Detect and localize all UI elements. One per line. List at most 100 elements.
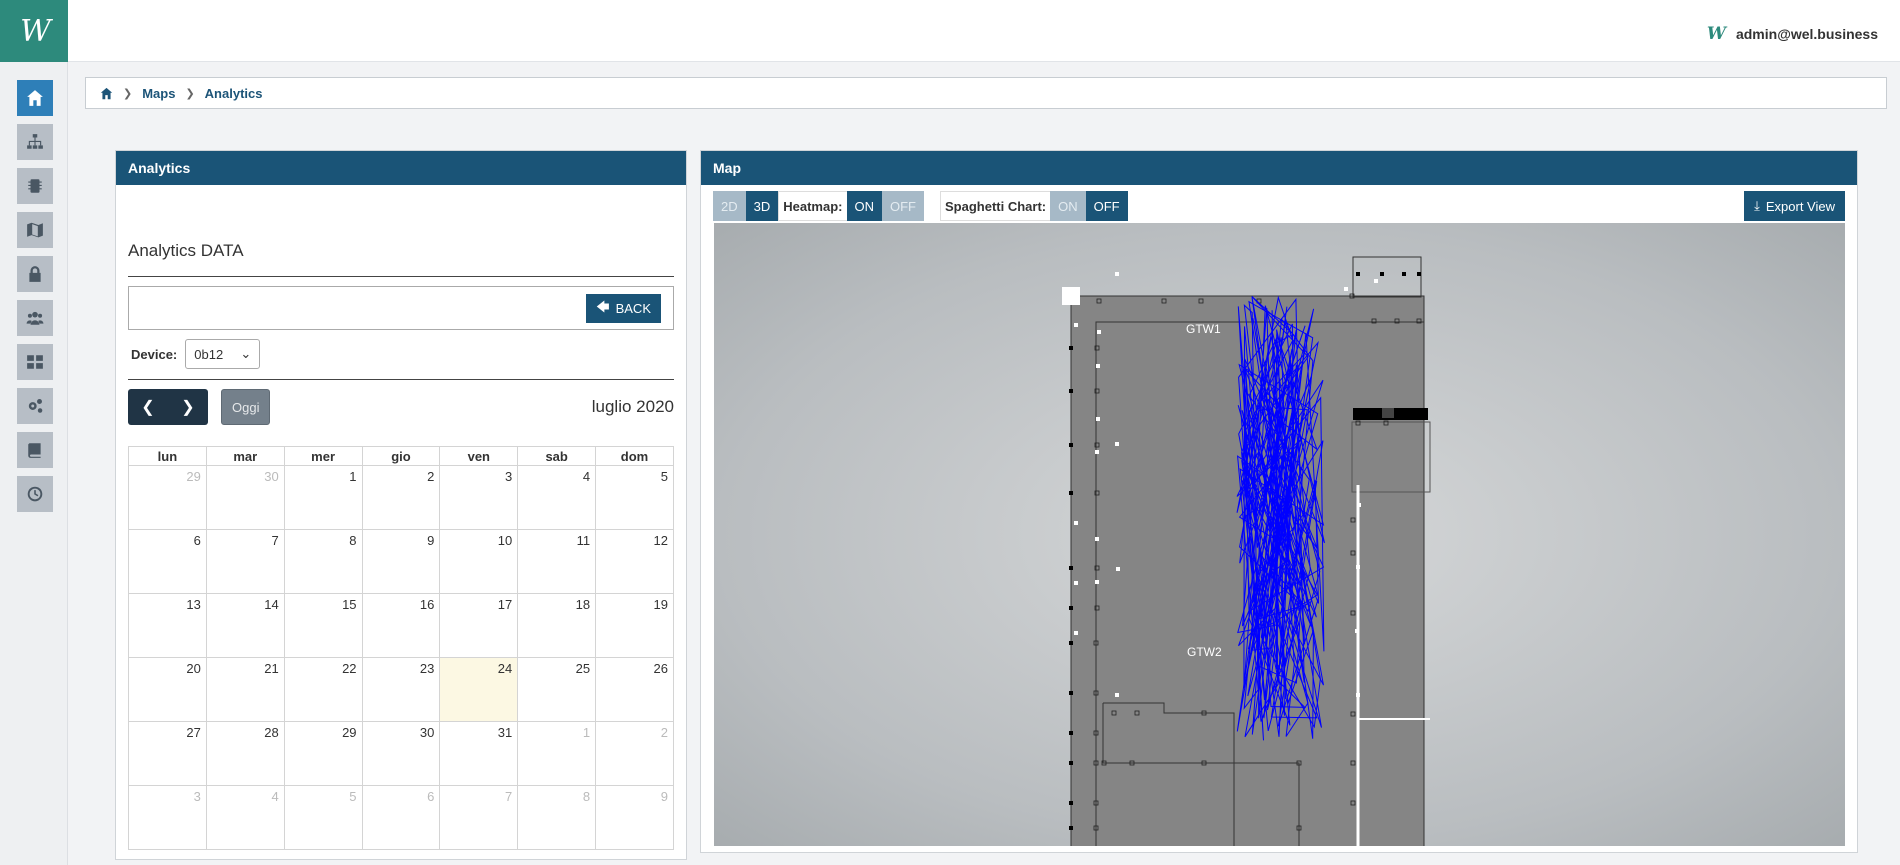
anchor-marker bbox=[1069, 801, 1073, 805]
today-button[interactable]: Oggi bbox=[221, 389, 271, 425]
calendar-day[interactable]: 31 bbox=[439, 721, 519, 786]
breadcrumb-maps[interactable]: Maps bbox=[142, 86, 175, 101]
dashboard-icon bbox=[27, 355, 43, 369]
device-select[interactable]: 0b12 ⌄ bbox=[185, 339, 261, 369]
white-marker bbox=[1062, 287, 1080, 305]
calendar-day[interactable]: 9 bbox=[595, 785, 674, 850]
calendar-day[interactable]: 7 bbox=[439, 785, 519, 850]
spaghetti-off-button[interactable]: OFF bbox=[1085, 191, 1128, 221]
sitemap-icon bbox=[27, 134, 43, 149]
calendar-day[interactable]: 28 bbox=[205, 721, 285, 786]
calendar-day[interactable]: 10 bbox=[439, 529, 519, 594]
calendar-day[interactable]: 12 bbox=[595, 529, 674, 594]
home-icon[interactable] bbox=[100, 87, 113, 100]
sidebar-item-security[interactable] bbox=[17, 256, 53, 292]
calendar-day[interactable]: 7 bbox=[205, 529, 285, 594]
prev-month-button[interactable]: ❮ bbox=[128, 389, 168, 425]
calendar-day[interactable]: 3 bbox=[439, 465, 519, 530]
anchor-marker bbox=[1380, 272, 1384, 276]
gateway-label-gtw1[interactable]: GTW1 bbox=[1186, 322, 1221, 336]
sensor-marker bbox=[1116, 567, 1120, 571]
calendar-day[interactable]: 16 bbox=[361, 593, 441, 658]
calendar-day[interactable]: 4 bbox=[517, 465, 597, 530]
view-2d-button[interactable]: 2D bbox=[713, 191, 746, 221]
sidebar-item-settings[interactable] bbox=[17, 388, 53, 424]
calendar-day[interactable]: 5 bbox=[595, 465, 674, 530]
calendar-day[interactable]: 4 bbox=[205, 785, 285, 850]
sensor-marker bbox=[1074, 631, 1078, 635]
next-month-button[interactable]: ❯ bbox=[168, 389, 208, 425]
app-logo[interactable]: W bbox=[0, 0, 68, 62]
calendar-day[interactable]: 20 bbox=[128, 657, 207, 722]
calendar-day[interactable]: 23 bbox=[361, 657, 441, 722]
map-canvas[interactable]: GTW1 GTW2 bbox=[714, 223, 1845, 846]
calendar-day[interactable]: 5 bbox=[283, 785, 363, 850]
calendar-day[interactable]: 30 bbox=[361, 721, 441, 786]
calendar-day[interactable]: 1 bbox=[517, 721, 597, 786]
calendar-day[interactable]: 6 bbox=[361, 785, 441, 850]
user-menu[interactable]: W admin@wel.business bbox=[1707, 24, 1878, 44]
calendar-day[interactable]: 26 bbox=[595, 657, 674, 722]
calendar-day[interactable]: 17 bbox=[439, 593, 519, 658]
calendar-day[interactable]: 18 bbox=[517, 593, 597, 658]
heatmap-off-button[interactable]: OFF bbox=[882, 191, 924, 221]
sidebar-item-maps[interactable] bbox=[17, 212, 53, 248]
sensor-marker bbox=[1095, 450, 1099, 454]
calendar-day[interactable]: 29 bbox=[128, 465, 207, 530]
calendar-day[interactable]: 30 bbox=[205, 465, 285, 530]
floor-plan: GTW1 GTW2 bbox=[1062, 256, 1431, 846]
calendar-day[interactable]: 21 bbox=[205, 657, 285, 722]
sidebar-item-devices[interactable] bbox=[17, 168, 53, 204]
calendar-day[interactable]: 25 bbox=[517, 657, 597, 722]
home-icon bbox=[27, 90, 43, 106]
top-bar: W admin@wel.business bbox=[68, 0, 1900, 62]
calendar-day[interactable]: 29 bbox=[283, 721, 363, 786]
calendar-day[interactable]: 6 bbox=[128, 529, 207, 594]
calendar-day[interactable]: 1 bbox=[283, 465, 363, 530]
calendar-day[interactable]: 2 bbox=[361, 465, 441, 530]
back-button[interactable]: 🡄 BACK bbox=[586, 294, 661, 323]
calendar-day[interactable]: 14 bbox=[205, 593, 285, 658]
weekday-header: sab bbox=[517, 446, 597, 466]
calendar-day[interactable]: 13 bbox=[128, 593, 207, 658]
sidebar-item-docs[interactable] bbox=[17, 432, 53, 468]
sidebar-item-users[interactable] bbox=[17, 300, 53, 336]
analytics-panel-header: Analytics bbox=[116, 151, 686, 185]
calendar-day[interactable]: 11 bbox=[517, 529, 597, 594]
sensor-marker bbox=[1115, 272, 1119, 276]
sensor-marker bbox=[1356, 693, 1360, 697]
gateway-label-gtw2[interactable]: GTW2 bbox=[1187, 645, 1222, 659]
calendar-day[interactable]: 15 bbox=[283, 593, 363, 658]
view-3d-button[interactable]: 3D bbox=[745, 191, 779, 221]
divider bbox=[128, 276, 674, 277]
sensor-marker bbox=[1096, 364, 1100, 368]
calendar-day[interactable]: 19 bbox=[595, 593, 674, 658]
calendar-day[interactable]: 9 bbox=[361, 529, 441, 594]
sidebar-item-dashboard[interactable] bbox=[17, 344, 53, 380]
calendar-day[interactable]: 22 bbox=[283, 657, 363, 722]
download-icon: ⤓ bbox=[1754, 198, 1760, 213]
breadcrumb-analytics[interactable]: Analytics bbox=[205, 86, 263, 101]
spaghetti-label: Spaghetti Chart: bbox=[940, 191, 1051, 221]
calendar-day[interactable]: 3 bbox=[128, 785, 207, 850]
users-icon bbox=[26, 311, 44, 325]
spaghetti-on-button[interactable]: ON bbox=[1050, 191, 1086, 221]
calendar-day[interactable]: 27 bbox=[128, 721, 207, 786]
calendar-day[interactable]: 8 bbox=[283, 529, 363, 594]
sensor-marker bbox=[1344, 287, 1348, 291]
sidebar-item-sitemap[interactable] bbox=[17, 124, 53, 160]
sensor-marker bbox=[1356, 565, 1360, 569]
sidebar-item-home[interactable] bbox=[17, 80, 53, 116]
sensor-marker bbox=[1115, 693, 1119, 697]
calendar-day[interactable]: 8 bbox=[517, 785, 597, 850]
analytics-panel: Analytics Analytics DATA 🡄 BACK Device: … bbox=[115, 150, 687, 860]
calendar-week: 6 7 8 9 10 11 12 bbox=[128, 529, 674, 594]
room-outline bbox=[1352, 256, 1422, 298]
heatmap-on-button[interactable]: ON bbox=[846, 191, 882, 221]
sidebar-item-history[interactable] bbox=[17, 476, 53, 512]
breadcrumb-separator: ❯ bbox=[123, 87, 133, 100]
calendar-day[interactable]: 2 bbox=[595, 721, 674, 786]
export-view-button[interactable]: ⤓ Export View bbox=[1744, 191, 1845, 221]
weekday-header: lun bbox=[128, 446, 207, 466]
calendar-day[interactable]: 24 bbox=[439, 657, 519, 722]
